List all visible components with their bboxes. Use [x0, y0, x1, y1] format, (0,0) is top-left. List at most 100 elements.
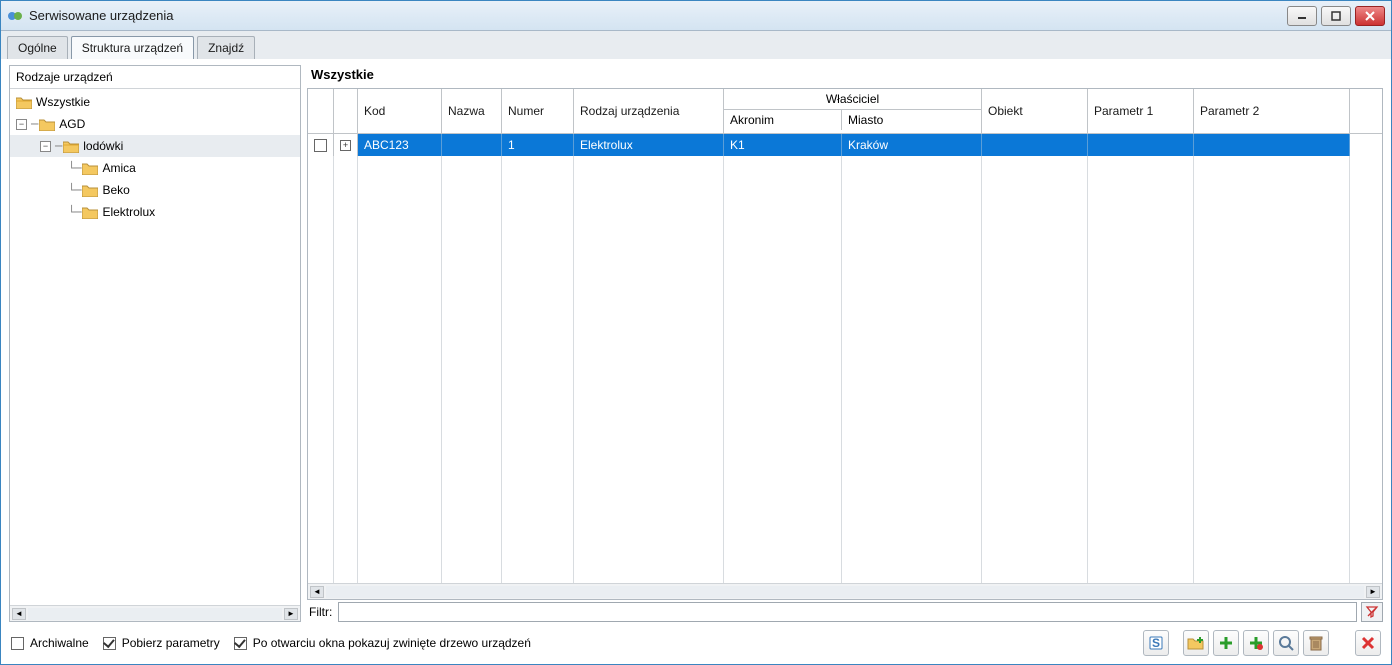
grid-header: Kod Nazwa Numer Rodzaj urządzenia Właści…: [308, 89, 1382, 134]
tree-line-icon: ─: [55, 139, 61, 153]
maximize-button[interactable]: [1321, 6, 1351, 26]
folder-plus-icon: [1187, 635, 1205, 651]
cell-numer: 1: [502, 134, 574, 156]
minimize-button[interactable]: [1287, 6, 1317, 26]
cell-nazwa: [442, 134, 502, 156]
column-rodzaj[interactable]: Rodzaj urządzenia: [574, 89, 724, 133]
column-checkbox[interactable]: [308, 89, 334, 133]
close-action-button[interactable]: [1355, 630, 1381, 656]
action-button-group-left: S: [1143, 630, 1169, 656]
table-row[interactable]: + ABC123 1 Elektrolux K1 Kraków: [308, 134, 1382, 156]
collapsed-tree-label: Po otwarciu okna pokazuj zwinięte drzewo…: [253, 636, 531, 650]
filter-label: Filtr:: [307, 605, 334, 619]
cell-akronim: K1: [724, 134, 842, 156]
tree-node-agd[interactable]: − ─ AGD: [10, 113, 300, 135]
column-akronim[interactable]: Akronim: [724, 110, 842, 130]
tree-node-label: Beko: [102, 183, 129, 197]
cell-par2: [1194, 134, 1350, 156]
grid-body[interactable]: + ABC123 1 Elektrolux K1 Kraków: [308, 134, 1382, 583]
add-folder-button[interactable]: [1183, 630, 1209, 656]
device-types-tree-panel: Rodzaje urządzeń Wszystkie − ─ AGD − ─: [9, 65, 301, 622]
archive-checkbox[interactable]: Archiwalne: [11, 636, 89, 650]
tree-node-label: Amica: [102, 161, 135, 175]
funnel-clear-icon: [1365, 605, 1379, 619]
content-area: Rodzaje urządzeń Wszystkie − ─ AGD − ─: [1, 59, 1391, 664]
tree-line-icon: └─: [68, 205, 80, 219]
column-owner[interactable]: Właściciel: [724, 89, 981, 110]
scroll-left-icon[interactable]: ◄: [12, 608, 26, 620]
tab-device-structure[interactable]: Struktura urządzeń: [71, 36, 194, 59]
tree-node-label: Wszystkie: [36, 95, 90, 109]
service-button[interactable]: S: [1143, 630, 1169, 656]
grid-heading: Wszystkie: [307, 65, 1383, 88]
checkbox-icon[interactable]: [314, 139, 327, 152]
tree-node-label: lodówki: [83, 139, 123, 153]
column-numer[interactable]: Numer: [502, 89, 574, 133]
tree-node-label: AGD: [59, 117, 85, 131]
column-parametr-1[interactable]: Parametr 1: [1088, 89, 1194, 133]
column-nazwa[interactable]: Nazwa: [442, 89, 502, 133]
view-button[interactable]: [1273, 630, 1299, 656]
add-button[interactable]: [1213, 630, 1239, 656]
tab-strip: Ogólne Struktura urządzeń Znajdź: [1, 31, 1391, 59]
tree-body[interactable]: Wszystkie − ─ AGD − ─ lodówki: [10, 89, 300, 605]
fetch-params-checkbox[interactable]: Pobierz parametry: [103, 636, 220, 650]
checkbox-checked-icon: [103, 637, 116, 650]
folder-open-icon: [63, 140, 79, 153]
fetch-params-label: Pobierz parametry: [122, 636, 220, 650]
cell-miasto: Kraków: [842, 134, 982, 156]
scroll-right-icon[interactable]: ►: [1366, 586, 1380, 598]
plus-icon: [1218, 635, 1234, 651]
archive-label: Archiwalne: [30, 636, 89, 650]
tree-node-elektrolux[interactable]: └─ Elektrolux: [10, 201, 300, 223]
tab-general[interactable]: Ogólne: [7, 36, 68, 59]
trash-icon: [1309, 635, 1323, 651]
close-button[interactable]: [1355, 6, 1385, 26]
tree-collapse-icon[interactable]: −: [40, 141, 51, 152]
tree-node-fridges[interactable]: − ─ lodówki: [10, 135, 300, 157]
cell-obiekt: [982, 134, 1088, 156]
cell-kod: ABC123: [358, 134, 442, 156]
folder-open-icon: [16, 96, 32, 109]
scroll-track[interactable]: [326, 586, 1364, 598]
delete-button[interactable]: [1303, 630, 1329, 656]
x-red-icon: [1361, 636, 1375, 650]
devices-grid: Kod Nazwa Numer Rodzaj urządzenia Właści…: [307, 88, 1383, 600]
folder-icon: [82, 184, 98, 197]
app-icon: [7, 8, 23, 24]
column-kod[interactable]: Kod: [358, 89, 442, 133]
grid-horizontal-scrollbar[interactable]: ◄ ►: [308, 583, 1382, 599]
tab-find[interactable]: Znajdź: [197, 36, 255, 59]
tree-line-icon: └─: [68, 183, 80, 197]
column-obiekt[interactable]: Obiekt: [982, 89, 1088, 133]
plus-icon[interactable]: +: [340, 140, 351, 151]
tree-node-label: Elektrolux: [102, 205, 155, 219]
folder-icon: [82, 162, 98, 175]
scroll-track[interactable]: [28, 608, 282, 620]
column-parametr-2[interactable]: Parametr 2: [1194, 89, 1350, 133]
action-button-group-center: [1183, 630, 1329, 656]
tree-node-beko[interactable]: └─ Beko: [10, 179, 300, 201]
filter-row: Filtr:: [307, 602, 1383, 622]
row-expand[interactable]: +: [334, 134, 358, 156]
filter-input[interactable]: [338, 602, 1357, 622]
scroll-left-icon[interactable]: ◄: [310, 586, 324, 598]
tree-node-amica[interactable]: └─ Amica: [10, 157, 300, 179]
action-button-group-right: [1355, 630, 1381, 656]
tree-line-icon: └─: [68, 161, 80, 175]
add-special-button[interactable]: [1243, 630, 1269, 656]
tree-horizontal-scrollbar[interactable]: ◄ ►: [10, 605, 300, 621]
collapsed-tree-checkbox[interactable]: Po otwarciu okna pokazuj zwinięte drzewo…: [234, 636, 531, 650]
filter-clear-button[interactable]: [1361, 602, 1383, 622]
tree-collapse-icon[interactable]: −: [16, 119, 27, 130]
tree-node-all[interactable]: Wszystkie: [10, 91, 300, 113]
column-expand[interactable]: [334, 89, 358, 133]
title-bar: Serwisowane urządzenia: [1, 1, 1391, 31]
column-miasto[interactable]: Miasto: [842, 110, 982, 130]
checkbox-icon: [11, 637, 24, 650]
magnifier-icon: [1278, 635, 1294, 651]
row-checkbox[interactable]: [308, 134, 334, 156]
scroll-right-icon[interactable]: ►: [284, 608, 298, 620]
column-group-owner: Właściciel Akronim Miasto: [724, 89, 982, 133]
folder-icon: [39, 118, 55, 131]
